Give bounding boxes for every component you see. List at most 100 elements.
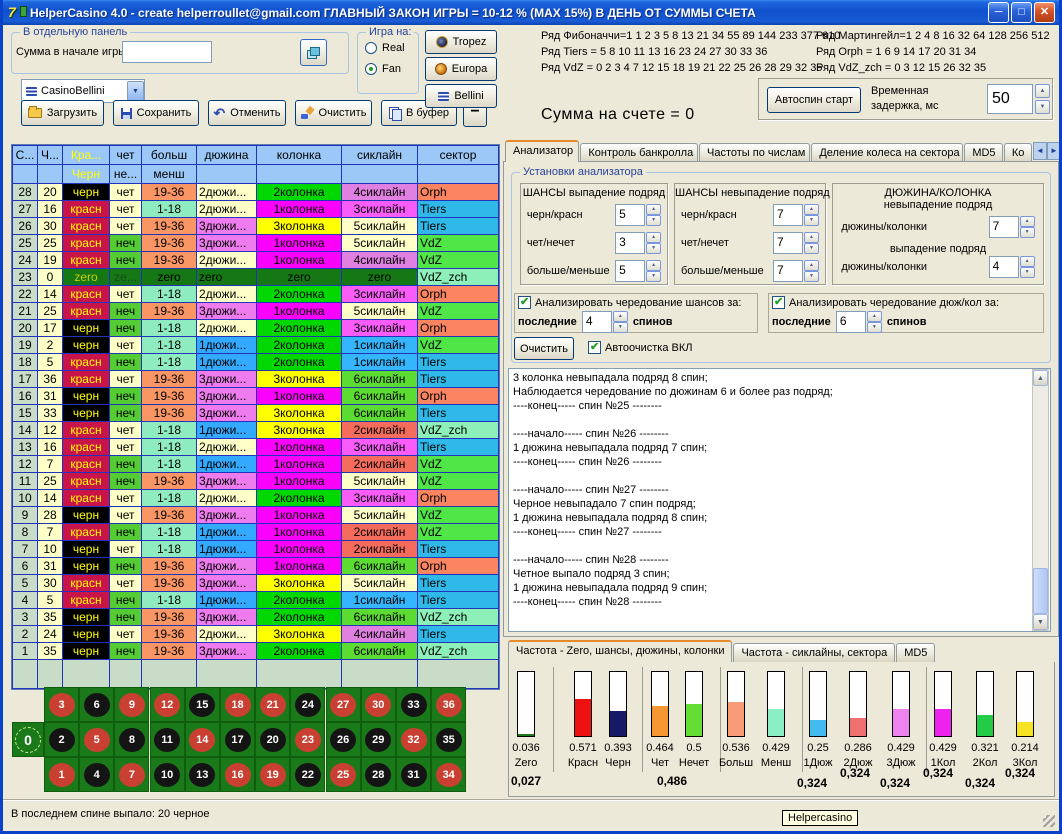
casino-europa-button[interactable]: Europa xyxy=(425,57,497,81)
spinner-up-icon[interactable]: ▲ xyxy=(1020,216,1035,227)
log-scrollbar[interactable]: ▲ ▼ xyxy=(1032,369,1049,631)
board-cell-11[interactable]: 11 xyxy=(151,723,184,756)
header-cell[interactable]: Ч... xyxy=(38,146,63,165)
board-cell-15[interactable]: 15 xyxy=(186,688,219,721)
history-row[interactable]: 2525красннеч19-363дюжи...1колонка5сиклай… xyxy=(13,235,499,252)
spinner-up-icon[interactable]: ▲ xyxy=(646,260,661,271)
spinner-up-icon[interactable]: ▲ xyxy=(867,311,882,322)
header-cell[interactable]: чет xyxy=(110,146,142,165)
загрузить-button[interactable]: Загрузить xyxy=(21,100,104,126)
close-button[interactable]: ✕ xyxy=(1034,2,1055,23)
spinner[interactable]: 6▲▼ xyxy=(836,311,882,333)
board-cell-23[interactable]: 23 xyxy=(291,723,324,756)
alternation-dozen-checkbox[interactable]: ✔ xyxy=(772,296,785,309)
spinner-value[interactable]: 3 xyxy=(615,232,645,254)
board-cell-4[interactable]: 4 xyxy=(80,758,113,791)
board-cell-28[interactable]: 28 xyxy=(362,758,395,791)
board-cell-27[interactable]: 27 xyxy=(327,688,360,721)
board-cell-26[interactable]: 26 xyxy=(327,723,360,756)
chart-tab-2[interactable]: Частота - сиклайны, сектора xyxy=(733,643,895,662)
casino-tropez-button[interactable]: Tropez xyxy=(425,30,497,54)
board-cell-3[interactable]: 3 xyxy=(45,688,78,721)
radio-icon[interactable] xyxy=(365,42,377,54)
board-cell-8[interactable]: 8 xyxy=(115,723,148,756)
tab-scroll-right-icon[interactable]: ► xyxy=(1047,142,1061,160)
board-cell-7[interactable]: 7 xyxy=(115,758,148,791)
spinner-down-icon[interactable]: ▼ xyxy=(804,271,819,282)
resize-grip[interactable] xyxy=(1043,815,1055,827)
start-sum-input[interactable] xyxy=(122,41,212,63)
history-row[interactable]: 45красннеч1-181дюжи...2колонка1сиклайнTi… xyxy=(13,592,499,609)
game-option-real[interactable]: Real xyxy=(365,42,418,54)
spinner-down-icon[interactable]: ▼ xyxy=(867,322,882,333)
history-row[interactable]: 530краснчет19-363дюжи...3колонка5сиклайн… xyxy=(13,575,499,592)
history-row[interactable]: 2125красннеч19-363дюжи...1колонка5сиклай… xyxy=(13,303,499,320)
history-row[interactable]: 192чернчет1-181дюжи...2колонка1сиклайнVd… xyxy=(13,337,499,354)
header-cell[interactable]: Черн xyxy=(63,165,110,184)
board-cell-16[interactable]: 16 xyxy=(221,758,254,791)
tab-4[interactable]: Деление колеса на сектора xyxy=(811,143,963,162)
chart-tab-3[interactable]: MD5 xyxy=(896,643,935,662)
spinner[interactable]: 7▲▼ xyxy=(773,204,819,226)
board-cell-20[interactable]: 20 xyxy=(256,723,289,756)
tab-5[interactable]: MD5 xyxy=(964,143,1003,162)
history-row[interactable]: 1412краснчет1-181дюжи...3колонка2сиклайн… xyxy=(13,422,499,439)
board-cell-2[interactable]: 2 xyxy=(45,723,78,756)
board-cell-12[interactable]: 12 xyxy=(151,688,184,721)
board-cell-13[interactable]: 13 xyxy=(186,758,219,791)
board-cell-14[interactable]: 14 xyxy=(186,723,219,756)
board-cell-10[interactable]: 10 xyxy=(151,758,184,791)
scroll-up-icon[interactable]: ▲ xyxy=(1033,370,1048,386)
spinner[interactable]: 5▲▼ xyxy=(615,204,661,226)
board-cell-0[interactable]: 0 xyxy=(13,723,43,756)
отменить-button[interactable]: ↶Отменить xyxy=(208,100,286,126)
delay-up-icon[interactable]: ▲ xyxy=(1035,84,1050,98)
board-cell-1[interactable]: 1 xyxy=(45,758,78,791)
board-cell-31[interactable]: 31 xyxy=(397,758,430,791)
header-cell[interactable] xyxy=(38,165,63,184)
tab-scroll-left-icon[interactable]: ◄ xyxy=(1033,142,1047,160)
spinner-down-icon[interactable]: ▼ xyxy=(646,271,661,282)
history-row[interactable]: 2419красннеч19-362дюжи...1колонка4сиклай… xyxy=(13,252,499,269)
maximize-button[interactable]: □ xyxy=(1011,2,1032,23)
history-row[interactable]: 710чернчет1-181дюжи...1колонка2сиклайнTi… xyxy=(13,541,499,558)
spinner[interactable]: 4▲▼ xyxy=(989,256,1035,278)
board-cell-33[interactable]: 33 xyxy=(397,688,430,721)
header-cell[interactable]: не... xyxy=(110,165,142,184)
delay-down-icon[interactable]: ▼ xyxy=(1035,100,1050,114)
detach-panel-button[interactable] xyxy=(300,39,327,66)
spinner[interactable]: 5▲▼ xyxy=(615,260,661,282)
spinner-up-icon[interactable]: ▲ xyxy=(804,232,819,243)
tab-1[interactable]: Анализатор xyxy=(505,140,579,162)
combo-dropdown-arrow[interactable]: ▼ xyxy=(127,81,144,101)
spinner-down-icon[interactable]: ▼ xyxy=(1020,227,1035,238)
analyzer-log[interactable]: 3 колонка невыпадала подряд 8 спин; Набл… xyxy=(508,368,1051,632)
history-row[interactable]: 631черннеч19-363дюжи...1колонка6сиклайнO… xyxy=(13,558,499,575)
board-cell-30[interactable]: 30 xyxy=(362,688,395,721)
spinner[interactable]: 4▲▼ xyxy=(582,311,628,333)
alternation-chances-checkbox[interactable]: ✔ xyxy=(518,296,531,309)
history-row[interactable]: 2630краснчет19-363дюжи...3колонка5сиклай… xyxy=(13,218,499,235)
board-cell-32[interactable]: 32 xyxy=(397,723,430,756)
tab-2[interactable]: Контроль банкролла xyxy=(580,143,698,162)
spinner-up-icon[interactable]: ▲ xyxy=(1020,256,1035,267)
spinner-value[interactable]: 7 xyxy=(989,216,1019,238)
history-row[interactable]: 1533черннеч19-363дюжи...3колонка6сиклайн… xyxy=(13,405,499,422)
history-row[interactable]: 185красннеч1-181дюжи...2колонка1сиклайнT… xyxy=(13,354,499,371)
autospin-start-button[interactable]: Автоспин старт xyxy=(767,87,861,113)
history-row[interactable]: 224чернчет19-362дюжи...3колонка4сиклайнT… xyxy=(13,626,499,643)
history-row[interactable]: 335черннеч19-363дюжи...2колонка6сиклайнV… xyxy=(13,609,499,626)
spinner-up-icon[interactable]: ▲ xyxy=(646,232,661,243)
spinner-value[interactable]: 4 xyxy=(989,256,1019,278)
board-cell-18[interactable]: 18 xyxy=(221,688,254,721)
spinner-value[interactable]: 5 xyxy=(615,260,645,282)
spinner-value[interactable]: 5 xyxy=(615,204,645,226)
spinner-value[interactable]: 7 xyxy=(773,204,803,226)
clear-analyzer-button[interactable]: Очистить xyxy=(514,337,574,360)
delay-input[interactable]: 50 xyxy=(987,84,1033,114)
spinner[interactable]: 3▲▼ xyxy=(615,232,661,254)
history-row[interactable]: 87красннеч1-181дюжи...1колонка2сиклайнVd… xyxy=(13,524,499,541)
autoclear-checkbox[interactable]: ✔ xyxy=(588,341,601,354)
board-cell-35[interactable]: 35 xyxy=(432,723,465,756)
spinner-up-icon[interactable]: ▲ xyxy=(613,311,628,322)
